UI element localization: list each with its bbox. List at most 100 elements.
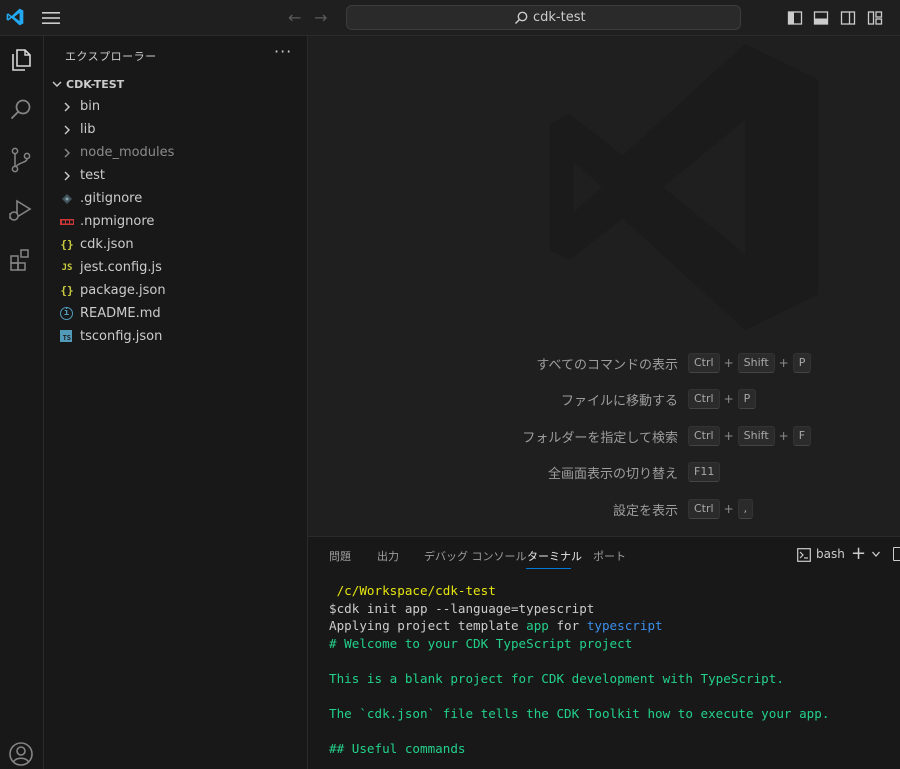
vscode-logo-icon[interactable] — [5, 7, 25, 27]
chevron-down-icon[interactable] — [871, 549, 881, 559]
tree-item-label: cdk.json — [80, 237, 134, 252]
shortcut-label: フォルダーを指定して検索 — [522, 431, 678, 446]
key-ctrl: Ctrl — [688, 499, 720, 519]
tab-ports[interactable]: ポート — [593, 548, 626, 564]
toggle-panel-icon[interactable] — [813, 10, 829, 26]
tab-debug-console[interactable]: デバッグ コンソール — [424, 548, 527, 564]
shortcut-show-all-commands: すべてのコマンドの表示 Ctrl + Shift + P — [308, 352, 900, 374]
key-ctrl: Ctrl — [688, 353, 720, 373]
shortcut-keys: Ctrl + Shift + P — [688, 352, 812, 374]
chevron-right-icon — [64, 148, 70, 158]
terminal-applying-line: Applying project template app for typesc… — [329, 617, 829, 635]
key-ctrl: Ctrl — [688, 426, 720, 446]
vscode-watermark-icon — [549, 43, 819, 331]
tree-item-label: bin — [80, 99, 101, 114]
terminal-line: The `cdk.json` file tells the CDK Toolki… — [329, 705, 830, 721]
json-icon: {} — [60, 284, 74, 297]
extensions-icon[interactable] — [6, 245, 36, 275]
tab-output[interactable]: 出力 — [377, 548, 399, 564]
more-actions-icon[interactable]: ··· — [274, 42, 292, 61]
terminal-command: $cdk init app --language=typescript — [329, 600, 595, 616]
git-icon — [62, 194, 72, 204]
tree-item-label: test — [80, 168, 105, 183]
tab-problems[interactable]: 問題 — [329, 548, 351, 564]
key-plus: + — [723, 429, 734, 443]
info-icon: i — [60, 307, 73, 320]
tree-item-node-modules[interactable]: node_modules — [44, 142, 308, 165]
terminal-line: # Welcome to your CDK TypeScript project — [329, 635, 633, 651]
chevron-right-icon — [64, 125, 70, 135]
activity-bar — [0, 36, 44, 769]
key-p: P — [737, 389, 757, 409]
shortcut-keys: Ctrl + Shift + F — [688, 425, 812, 447]
tree-item-bin[interactable]: bin — [44, 96, 308, 119]
tree-item-gitignore[interactable]: .gitignore — [44, 188, 308, 211]
bottom-panel: 問題 出力 デバッグ コンソール ターミナル ポート bash + /c/Wor… — [308, 536, 900, 769]
active-tab-indicator — [526, 568, 571, 569]
tree-item-cdk-json[interactable]: {} cdk.json — [44, 234, 308, 257]
tree-item-tsconfig[interactable]: TS tsconfig.json — [44, 326, 308, 349]
tree-item-test[interactable]: test — [44, 165, 308, 188]
account-icon[interactable] — [6, 739, 36, 769]
command-center-search[interactable]: cdk-test — [346, 5, 741, 30]
npm-icon — [60, 219, 74, 225]
title-bar: ← → cdk-test — [0, 0, 900, 36]
tree-item-npmignore[interactable]: .npmignore — [44, 211, 308, 234]
shortcut-keys: Ctrl + P — [688, 388, 757, 410]
shortcut-label: ファイルに移動する — [560, 394, 678, 409]
toggle-secondary-sidebar-icon[interactable] — [840, 10, 856, 26]
search-icon[interactable] — [6, 95, 36, 125]
key-plus: + — [723, 502, 734, 516]
terminal-line: ## Useful commands — [329, 740, 466, 756]
split-terminal-icon[interactable] — [893, 547, 900, 561]
applying-language: typescript — [586, 618, 663, 633]
shortcut-show-settings: 設定を表示 Ctrl + , — [308, 498, 900, 520]
javascript-icon: JS — [61, 263, 73, 273]
shortcut-go-to-file: ファイルに移動する Ctrl + P — [308, 388, 900, 410]
tree-item-label: .npmignore — [80, 214, 155, 229]
hamburger-menu-icon[interactable] — [40, 10, 62, 26]
shortcut-keys: F11 — [688, 461, 721, 483]
key-shift: Shift — [737, 426, 775, 446]
tree-item-package-json[interactable]: {} package.json — [44, 280, 308, 303]
terminal-cwd: /c/Workspace/cdk-test — [329, 583, 496, 598]
tab-terminal[interactable]: ターミナル — [527, 548, 582, 564]
terminal-shell-label[interactable]: bash — [816, 547, 845, 561]
chevron-right-icon — [64, 171, 70, 181]
back-arrow-icon[interactable]: ← — [288, 8, 301, 27]
explorer-title: エクスプローラー — [65, 50, 157, 63]
source-control-icon[interactable] — [6, 145, 36, 175]
shortcut-label: 全画面表示の切り替え — [547, 467, 678, 482]
shortcut-label: 設定を表示 — [612, 504, 678, 519]
run-and-debug-icon[interactable] — [6, 195, 36, 225]
key-plus: + — [723, 392, 734, 406]
workspace-root-folder[interactable]: CDK-TEST — [44, 74, 308, 96]
applying-prefix: Applying project template — [329, 618, 527, 633]
customize-layout-icon[interactable] — [867, 10, 883, 26]
new-terminal-icon[interactable]: + — [851, 543, 866, 564]
workspace-root-label: CDK-TEST — [66, 78, 125, 91]
editor-area: すべてのコマンドの表示 Ctrl + Shift + P ファイルに移動する C… — [308, 36, 900, 536]
tree-item-label: README.md — [80, 306, 161, 321]
tree-item-lib[interactable]: lib — [44, 119, 308, 142]
json-icon: {} — [60, 238, 74, 251]
key-f: F — [792, 426, 812, 446]
tree-item-readme[interactable]: i README.md — [44, 303, 308, 326]
key-shift: Shift — [737, 353, 775, 373]
forward-arrow-icon[interactable]: → — [314, 8, 327, 27]
explorer-icon[interactable] — [6, 45, 36, 75]
chevron-down-icon — [52, 81, 62, 87]
shortcut-toggle-fullscreen: 全画面表示の切り替え F11 — [308, 461, 900, 483]
toggle-primary-sidebar-icon[interactable] — [787, 10, 803, 26]
search-icon — [514, 11, 528, 25]
applying-for: for — [548, 618, 587, 633]
shortcut-find-in-folder: フォルダーを指定して検索 Ctrl + Shift + F — [308, 425, 900, 447]
tree-item-label: package.json — [80, 283, 166, 298]
tree-item-label: node_modules — [80, 145, 175, 160]
tree-item-jest-config[interactable]: JS jest.config.js — [44, 257, 308, 280]
key-plus: + — [778, 356, 789, 370]
terminal-output[interactable]: /c/Workspace/cdk-test $cdk init app --lan… — [329, 582, 829, 757]
applying-template: app — [526, 618, 549, 633]
